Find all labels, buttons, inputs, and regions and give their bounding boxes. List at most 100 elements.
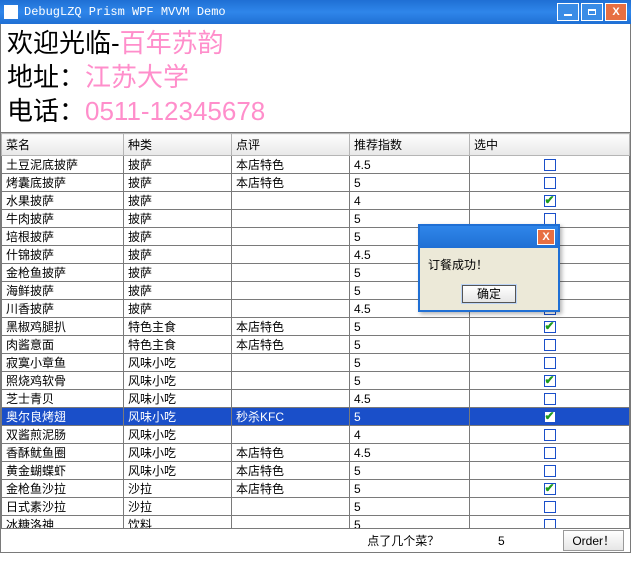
cell-name[interactable]: 照烧鸡软骨 [2,372,124,390]
cell-name[interactable]: 日式素沙拉 [2,498,124,516]
cell-rev[interactable]: 本店特色 [232,156,350,174]
cell-cat[interactable]: 披萨 [124,282,232,300]
checkbox-icon[interactable] [544,339,556,351]
cell-cat[interactable]: 披萨 [124,192,232,210]
cell-cat[interactable]: 风味小吃 [124,408,232,426]
cell-cat[interactable]: 风味小吃 [124,444,232,462]
cell-name[interactable]: 奥尔良烤翅 [2,408,124,426]
table-row[interactable]: 冰糖洛神饮料5 [2,516,630,530]
cell-name[interactable]: 冰糖洛神 [2,516,124,530]
table-row[interactable]: 日式素沙拉沙拉 5 [2,498,630,516]
cell-cat[interactable]: 饮料 [124,516,232,530]
cell-checkbox[interactable] [470,408,630,426]
cell-name[interactable]: 培根披萨 [2,228,124,246]
cell-rec[interactable]: 5 [350,498,470,516]
checkbox-icon[interactable] [544,411,556,423]
cell-cat[interactable]: 风味小吃 [124,390,232,408]
col-header-review[interactable]: 点评 [232,134,350,156]
cell-cat[interactable]: 沙拉 [124,480,232,498]
cell-checkbox[interactable] [470,192,630,210]
checkbox-icon[interactable] [544,429,556,441]
cell-rev[interactable]: 本店特色 [232,480,350,498]
cell-name[interactable]: 海鲜披萨 [2,282,124,300]
table-row[interactable]: 芝士青贝风味小吃4.5 [2,390,630,408]
cell-name[interactable]: 水果披萨 [2,192,124,210]
cell-cat[interactable]: 风味小吃 [124,462,232,480]
minimize-button[interactable] [557,3,579,21]
table-row[interactable]: 奥尔良烤翅风味小吃秒杀KFC5 [2,408,630,426]
checkbox-icon[interactable] [544,321,556,333]
cell-cat[interactable]: 披萨 [124,210,232,228]
cell-checkbox[interactable] [470,354,630,372]
checkbox-icon[interactable] [544,357,556,369]
cell-rev[interactable]: 本店特色 [232,336,350,354]
cell-name[interactable]: 烤囊底披萨 [2,174,124,192]
table-row[interactable]: 金枪鱼沙拉沙拉本店特色5 [2,480,630,498]
checkbox-icon[interactable] [544,519,556,529]
cell-checkbox[interactable] [470,336,630,354]
checkbox-icon[interactable] [544,393,556,405]
checkbox-icon[interactable] [544,465,556,477]
cell-rev[interactable] [232,426,350,444]
cell-checkbox[interactable] [470,390,630,408]
col-header-name[interactable]: 菜名 [2,134,124,156]
cell-cat[interactable]: 披萨 [124,174,232,192]
cell-checkbox[interactable] [470,156,630,174]
cell-rec[interactable]: 5 [350,174,470,192]
cell-checkbox[interactable] [470,174,630,192]
maximize-button[interactable] [581,3,603,21]
cell-name[interactable]: 金枪鱼披萨 [2,264,124,282]
cell-name[interactable]: 黑椒鸡腿扒 [2,318,124,336]
cell-cat[interactable]: 披萨 [124,228,232,246]
cell-rev[interactable]: 秒杀KFC [232,408,350,426]
cell-rec[interactable]: 4 [350,192,470,210]
table-row[interactable]: 黑椒鸡腿扒特色主食本店特色5 [2,318,630,336]
col-header-rec[interactable]: 推荐指数 [350,134,470,156]
table-row[interactable]: 寂寞小章鱼风味小吃5 [2,354,630,372]
cell-rev[interactable] [232,390,350,408]
cell-name[interactable]: 肉酱意面 [2,336,124,354]
checkbox-icon[interactable] [544,501,556,513]
table-row[interactable]: 烤囊底披萨披萨本店特色5 [2,174,630,192]
cell-rec[interactable]: 4.5 [350,390,470,408]
cell-rec[interactable]: 5 [350,318,470,336]
cell-cat[interactable]: 披萨 [124,156,232,174]
cell-rec[interactable]: 5 [350,480,470,498]
cell-cat[interactable]: 风味小吃 [124,354,232,372]
cell-rev[interactable] [232,246,350,264]
cell-rev[interactable] [232,192,350,210]
cell-rev[interactable]: 本店特色 [232,462,350,480]
cell-rev[interactable]: 本店特色 [232,318,350,336]
cell-cat[interactable]: 风味小吃 [124,372,232,390]
cell-name[interactable]: 寂寞小章鱼 [2,354,124,372]
cell-checkbox[interactable] [470,372,630,390]
cell-rec[interactable]: 5 [350,372,470,390]
table-row[interactable]: 水果披萨披萨 4 [2,192,630,210]
cell-rec[interactable]: 4 [350,426,470,444]
table-row[interactable]: 照烧鸡软骨风味小吃 5 [2,372,630,390]
cell-checkbox[interactable] [470,498,630,516]
cell-rev[interactable] [232,372,350,390]
cell-name[interactable]: 双酱煎泥肠 [2,426,124,444]
table-row[interactable]: 双酱煎泥肠风味小吃4 [2,426,630,444]
checkbox-icon[interactable] [544,159,556,171]
dialog-close-button[interactable]: X [537,229,555,245]
cell-rev[interactable] [232,516,350,530]
dialog-ok-button[interactable]: 确定 [462,285,516,303]
cell-cat[interactable]: 披萨 [124,300,232,318]
checkbox-icon[interactable] [544,177,556,189]
cell-name[interactable]: 土豆泥底披萨 [2,156,124,174]
cell-cat[interactable]: 沙拉 [124,498,232,516]
close-button[interactable]: X [605,3,627,21]
cell-rev[interactable] [232,498,350,516]
checkbox-icon[interactable] [544,447,556,459]
cell-checkbox[interactable] [470,480,630,498]
table-row[interactable]: 肉酱意面特色主食本店特色5 [2,336,630,354]
cell-cat[interactable]: 披萨 [124,264,232,282]
cell-checkbox[interactable] [470,426,630,444]
table-row[interactable]: 黄金蝴蝶虾风味小吃本店特色5 [2,462,630,480]
cell-name[interactable]: 金枪鱼沙拉 [2,480,124,498]
table-row[interactable]: 香酥鱿鱼圈风味小吃本店特色4.5 [2,444,630,462]
cell-rev[interactable] [232,354,350,372]
cell-rev[interactable]: 本店特色 [232,444,350,462]
